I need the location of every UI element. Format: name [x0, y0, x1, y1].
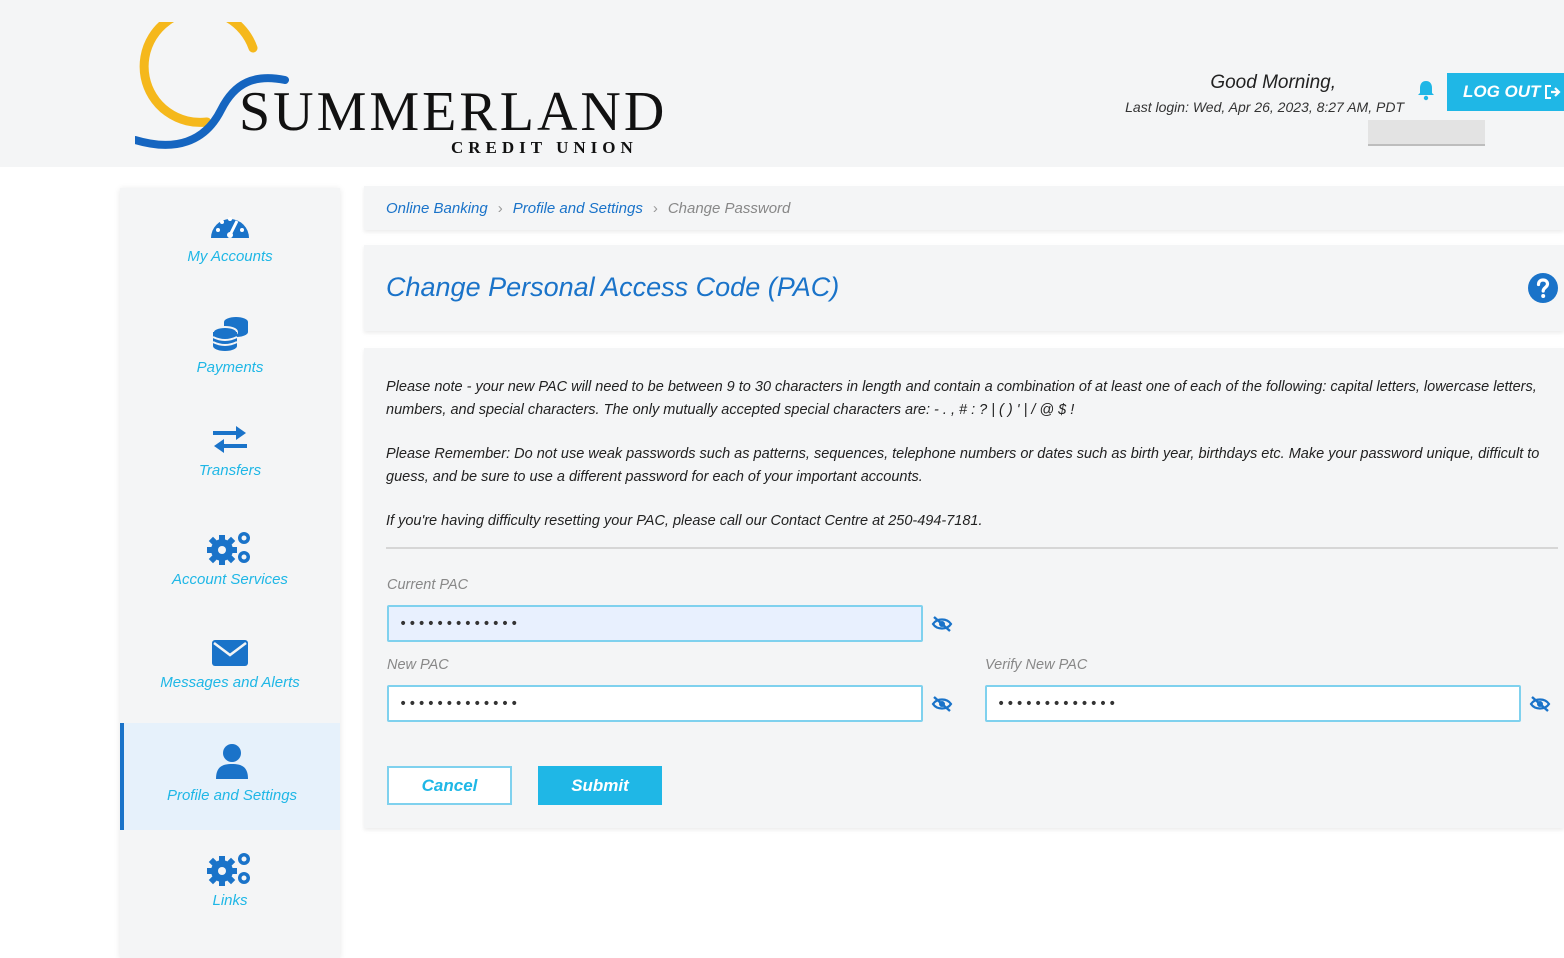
sidebar-item-label: Links	[212, 892, 248, 909]
breadcrumb: Online Banking › Profile and Settings › …	[364, 186, 1564, 230]
sidebar-item-messages-alerts[interactable]: Messages and Alerts	[120, 616, 340, 723]
breadcrumb-profile-settings[interactable]: Profile and Settings	[513, 200, 643, 217]
current-pac-label: Current PAC	[387, 577, 469, 593]
sidebar-item-label: Profile and Settings	[166, 787, 298, 804]
greeting-text: Good Morning,	[1210, 72, 1336, 93]
bell-icon[interactable]	[1414, 78, 1438, 102]
breadcrumb-current: Change Password	[667, 199, 791, 217]
change-pac-form: Please note - your new PAC will need to …	[364, 348, 1564, 828]
exchange-arrows-icon	[213, 426, 247, 453]
sidebar-item-links[interactable]: Links	[120, 830, 340, 937]
logout-button[interactable]: LOG OUT	[1447, 73, 1564, 111]
sidebar-item-label: My Accounts	[187, 248, 273, 265]
gears-icon	[207, 853, 250, 886]
sidebar-item-label: Messages and Alerts	[160, 674, 300, 691]
chevron-right-icon: ›	[497, 199, 503, 217]
new-pac-field[interactable]	[387, 685, 923, 722]
verify-pac-field[interactable]	[985, 685, 1521, 722]
question-circle-icon[interactable]	[1527, 272, 1559, 304]
sidebar-item-profile-settings[interactable]: Profile and Settings	[120, 723, 340, 830]
sidebar-item-label: Account Services	[172, 571, 288, 588]
sign-out-icon	[1545, 85, 1562, 99]
brand-name: SUMMERLAND	[239, 81, 668, 143]
sidebar-item-label: Transfers	[198, 462, 262, 479]
sidebar-item-payments[interactable]: Payments	[120, 295, 340, 402]
remember-note: Please Remember: Do not use weak passwor…	[386, 446, 1540, 485]
summerland-logo[interactable]: SUMMERLAND CREDIT UNION	[135, 22, 664, 162]
last-login-text: Last login: Wed, Apr 26, 2023, 8:27 AM, …	[1125, 99, 1404, 115]
current-pac-field[interactable]	[387, 605, 923, 642]
divider	[386, 547, 1558, 549]
coins-icon	[212, 317, 248, 351]
submit-button[interactable]: Submit	[538, 766, 662, 805]
chevron-right-icon: ›	[652, 199, 658, 217]
dashboard-icon	[211, 217, 249, 238]
user-icon	[216, 744, 248, 779]
eye-slash-icon[interactable]	[931, 615, 953, 633]
site-header: SUMMERLAND CREDIT UNION Good Morning, La…	[0, 0, 1564, 167]
redacted-username	[1368, 120, 1485, 146]
sidebar-item-transfers[interactable]: Transfers	[120, 402, 340, 509]
gears-icon	[207, 532, 250, 565]
new-pac-label: New PAC	[387, 657, 449, 673]
page-title: Change Personal Access Code (PAC)	[386, 272, 840, 302]
envelope-icon	[212, 640, 248, 666]
logout-label: LOG OUT	[1463, 82, 1541, 101]
title-card: Change Personal Access Code (PAC)	[364, 245, 1564, 331]
requirements-note: Please note - your new PAC will need to …	[386, 379, 1537, 418]
contact-note: If you're having difficulty resetting yo…	[386, 513, 983, 529]
eye-slash-icon[interactable]	[1529, 695, 1551, 713]
sidebar-item-account-services[interactable]: Account Services	[120, 509, 340, 616]
sidebar-item-my-accounts[interactable]: My Accounts	[120, 188, 340, 295]
breadcrumb-online-banking[interactable]: Online Banking	[386, 200, 488, 217]
verify-pac-label: Verify New PAC	[985, 657, 1088, 673]
brand-subtitle: CREDIT UNION	[451, 138, 638, 157]
eye-slash-icon[interactable]	[931, 695, 953, 713]
sidebar-item-label: Payments	[196, 359, 264, 376]
cancel-button[interactable]: Cancel	[387, 766, 512, 805]
sidebar-nav: My Accounts Payments Transfers Account S…	[120, 188, 340, 958]
